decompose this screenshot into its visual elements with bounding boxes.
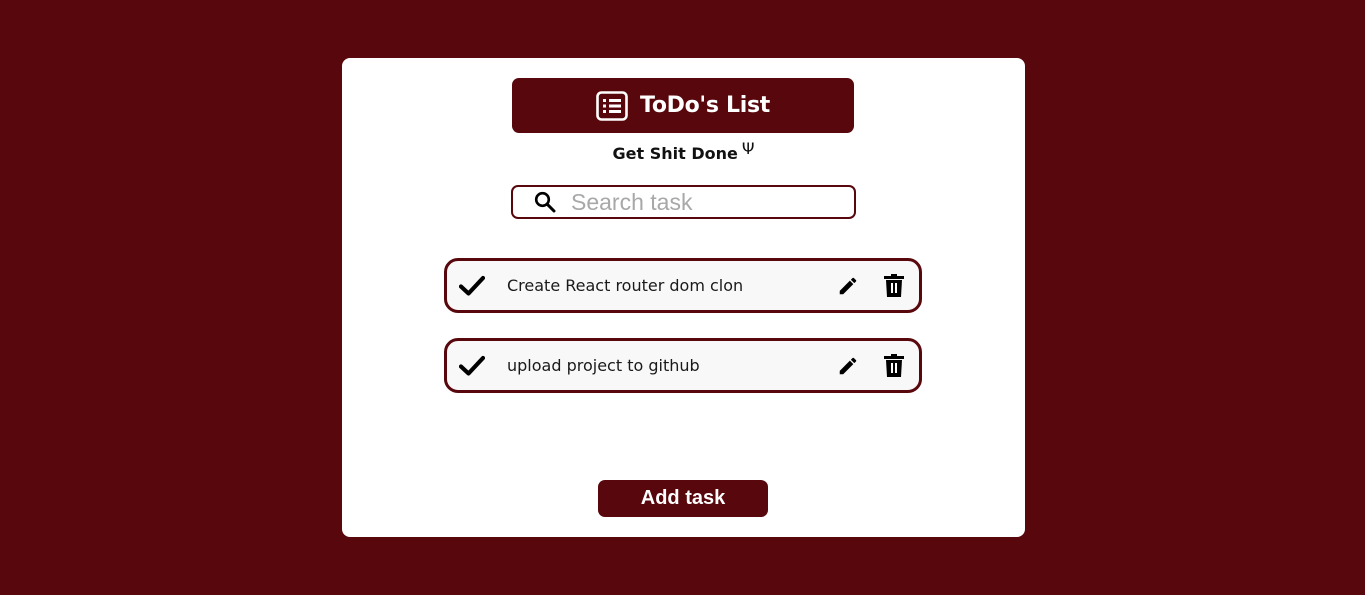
check-icon[interactable] <box>458 352 486 380</box>
page-title: ToDo's List <box>640 93 770 118</box>
todo-card: ToDo's List Get Shit DoneΨ Create React … <box>342 58 1025 537</box>
search-icon <box>533 190 557 214</box>
header-banner: ToDo's List <box>512 78 854 133</box>
task-item: Create React router dom clon <box>444 258 922 313</box>
add-task-button[interactable]: Add task <box>598 480 768 517</box>
psi-symbol: Ψ <box>741 139 755 158</box>
pencil-icon[interactable] <box>835 273 861 299</box>
trash-icon[interactable] <box>881 273 907 299</box>
pencil-icon[interactable] <box>835 353 861 379</box>
subtitle-text: Get Shit Done <box>612 144 738 163</box>
task-text: Create React router dom clon <box>507 276 744 295</box>
check-icon[interactable] <box>458 272 486 300</box>
task-item: upload project to github <box>444 338 922 393</box>
task-text: upload project to github <box>507 356 700 375</box>
list-icon <box>596 90 628 121</box>
subtitle: Get Shit Done Ψ <box>342 139 1025 163</box>
trash-icon[interactable] <box>881 353 907 379</box>
search-bar <box>511 185 856 219</box>
search-input[interactable] <box>571 188 831 216</box>
